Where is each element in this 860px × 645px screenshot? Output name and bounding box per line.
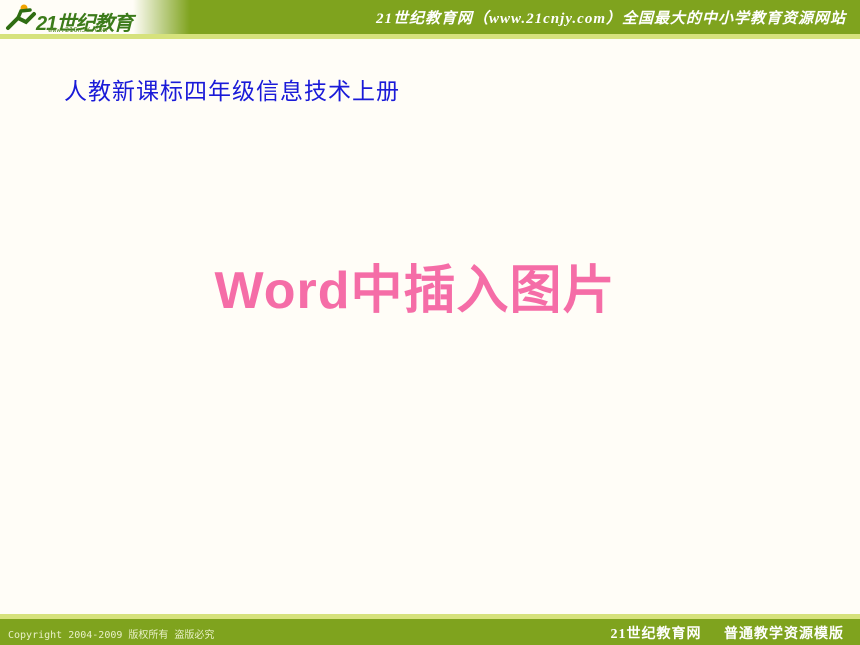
header-bar: 21世纪教育 www.21CnJY.com 21世纪教育网（www.21cnjy… [0,0,860,39]
logo-url: www.21CnJY.com [48,26,108,34]
footer-branding: 21世纪教育网 普通教学资源模版 [593,623,845,643]
footer-divider [0,614,860,619]
footer-slogan: 普通教学资源模版 [724,627,844,642]
footer-copyright: Copyright 2004-2009 版权所有 盗版必究 [8,630,215,641]
slide-subtitle: 人教新课标四年级信息技术上册 [64,78,400,104]
footer-site-name: 21世纪教育网 [610,627,702,642]
slide-title: Word中插入图片 [214,262,616,320]
site-logo: 21世纪教育 www.21CnJY.com [4,2,184,35]
footer-bar: Copyright 2004-2009 版权所有 盗版必究 21世纪教育网 普通… [0,614,860,645]
header-tagline: 21世纪教育网（www.21cnjy.com）全国最大的中小学教育资源网站 [375,11,846,27]
running-figure-icon [6,4,36,30]
